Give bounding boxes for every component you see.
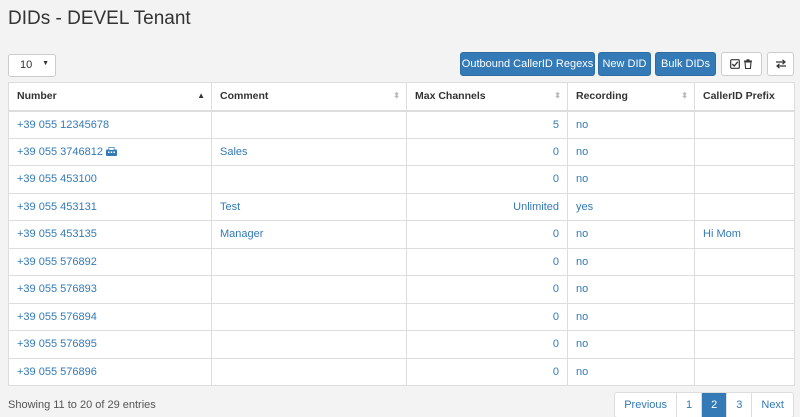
bulk-edit-delete-button[interactable] (721, 52, 762, 76)
table-info: Showing 11 to 20 of 29 entries (8, 399, 156, 411)
table-row[interactable]: +39 055 576895 0 no (8, 330, 795, 359)
table-row[interactable]: +39 055 453100 0 no (8, 165, 795, 194)
column-header-max-channels[interactable]: Max Channels ⬍ (406, 82, 568, 112)
callerid-prefix-cell (694, 302, 795, 331)
max-channels-cell: 0 (406, 220, 568, 249)
sort-icon: ⬍ (554, 91, 561, 100)
previous-page-button[interactable]: Previous (615, 393, 676, 417)
page-size-select[interactable]: 10 ▼ (8, 54, 56, 77)
table-row[interactable]: +39 055 576892 0 no (8, 247, 795, 276)
next-page-button[interactable]: Next (751, 393, 793, 417)
page-1-button[interactable]: 1 (676, 393, 701, 417)
callerid-prefix-cell (694, 275, 795, 304)
did-number-link[interactable]: +39 055 576895 (8, 330, 212, 359)
page-title: DIDs - DEVEL Tenant (8, 8, 191, 29)
max-channels-cell: 0 (406, 275, 568, 304)
column-header-recording[interactable]: Recording ⬍ (567, 82, 695, 112)
table-row[interactable]: +39 055 453135 Manager 0 no Hi Mom (8, 220, 795, 249)
trash-icon (744, 59, 752, 69)
comment-cell (211, 165, 407, 194)
did-number-link[interactable]: +39 055 3746812 (8, 137, 212, 166)
did-number-link[interactable]: +39 055 576894 (8, 302, 212, 331)
recording-cell: no (567, 110, 695, 139)
max-channels-cell: 0 (406, 247, 568, 276)
comment-cell: Manager (211, 220, 407, 249)
page-size-value: 10 (20, 59, 33, 71)
table-row[interactable]: +39 055 3746812 Sales 0 no (8, 137, 795, 166)
comment-cell (211, 330, 407, 359)
comment-cell (211, 247, 407, 276)
recording-cell: no (567, 275, 695, 304)
sort-asc-icon: ▲ (197, 91, 205, 100)
sort-icon: ⬍ (393, 91, 400, 100)
caret-down-icon: ▼ (42, 60, 49, 67)
max-channels-cell: 0 (406, 302, 568, 331)
columns-toggle-button[interactable] (767, 52, 794, 76)
callerid-prefix-cell (694, 165, 795, 194)
comment-cell (211, 110, 407, 139)
callerid-prefix-cell (694, 137, 795, 166)
max-channels-cell: 0 (406, 357, 568, 386)
did-number-link[interactable]: +39 055 576892 (8, 247, 212, 276)
recording-cell: no (567, 330, 695, 359)
comment-cell (211, 302, 407, 331)
sort-icon: ⬍ (681, 91, 688, 100)
did-number-link[interactable]: +39 055 453100 (8, 165, 212, 194)
did-number-link[interactable]: +39 055 453135 (8, 220, 212, 249)
pagination: Previous 1 2 3 Next (614, 392, 794, 417)
column-header-comment[interactable]: Comment ⬍ (211, 82, 407, 112)
max-channels-cell: 5 (406, 110, 568, 139)
check-square-icon (730, 59, 740, 69)
callerid-prefix-cell (694, 192, 795, 221)
did-number-link[interactable]: +39 055 453131 (8, 192, 212, 221)
outbound-callerid-regexs-button[interactable]: Outbound CallerID Regexs (460, 52, 595, 76)
fax-icon (105, 147, 117, 157)
comment-cell: Test (211, 192, 407, 221)
recording-cell: no (567, 137, 695, 166)
bulk-dids-button[interactable]: Bulk DIDs (655, 52, 716, 76)
recording-cell: no (567, 357, 695, 386)
recording-cell: no (567, 220, 695, 249)
callerid-prefix-cell (694, 330, 795, 359)
comment-cell (211, 357, 407, 386)
table-row[interactable]: +39 055 576896 0 no (8, 357, 795, 386)
comment-cell (211, 275, 407, 304)
callerid-prefix-cell (694, 247, 795, 276)
dids-table: Number ▲ Comment ⬍ Max Channels ⬍ Recording… (8, 82, 795, 386)
comment-cell: Sales (211, 137, 407, 166)
did-number-link[interactable]: +39 055 576893 (8, 275, 212, 304)
max-channels-cell: 0 (406, 330, 568, 359)
new-did-button[interactable]: New DID (598, 52, 651, 76)
max-channels-cell: 0 (406, 137, 568, 166)
callerid-prefix-cell (694, 357, 795, 386)
page-3-button[interactable]: 3 (726, 393, 751, 417)
callerid-prefix-cell: Hi Mom (694, 220, 795, 249)
table-row[interactable]: +39 055 576894 0 no (8, 302, 795, 331)
table-row[interactable]: +39 055 576893 0 no (8, 275, 795, 304)
did-number-link[interactable]: +39 055 12345678 (8, 110, 212, 139)
recording-cell: no (567, 302, 695, 331)
did-number-link[interactable]: +39 055 576896 (8, 357, 212, 386)
column-header-number[interactable]: Number ▲ (8, 82, 212, 112)
table-row[interactable]: +39 055 12345678 5 no (8, 110, 795, 139)
max-channels-cell: Unlimited (406, 192, 568, 221)
recording-cell: yes (567, 192, 695, 221)
recording-cell: no (567, 247, 695, 276)
exchange-icon (775, 59, 786, 69)
table-row[interactable]: +39 055 453131 Test Unlimited yes (8, 192, 795, 221)
callerid-prefix-cell (694, 110, 795, 139)
recording-cell: no (567, 165, 695, 194)
column-header-callerid-prefix[interactable]: CallerID Prefix (694, 82, 795, 112)
max-channels-cell: 0 (406, 165, 568, 194)
page-2-button[interactable]: 2 (701, 393, 727, 417)
